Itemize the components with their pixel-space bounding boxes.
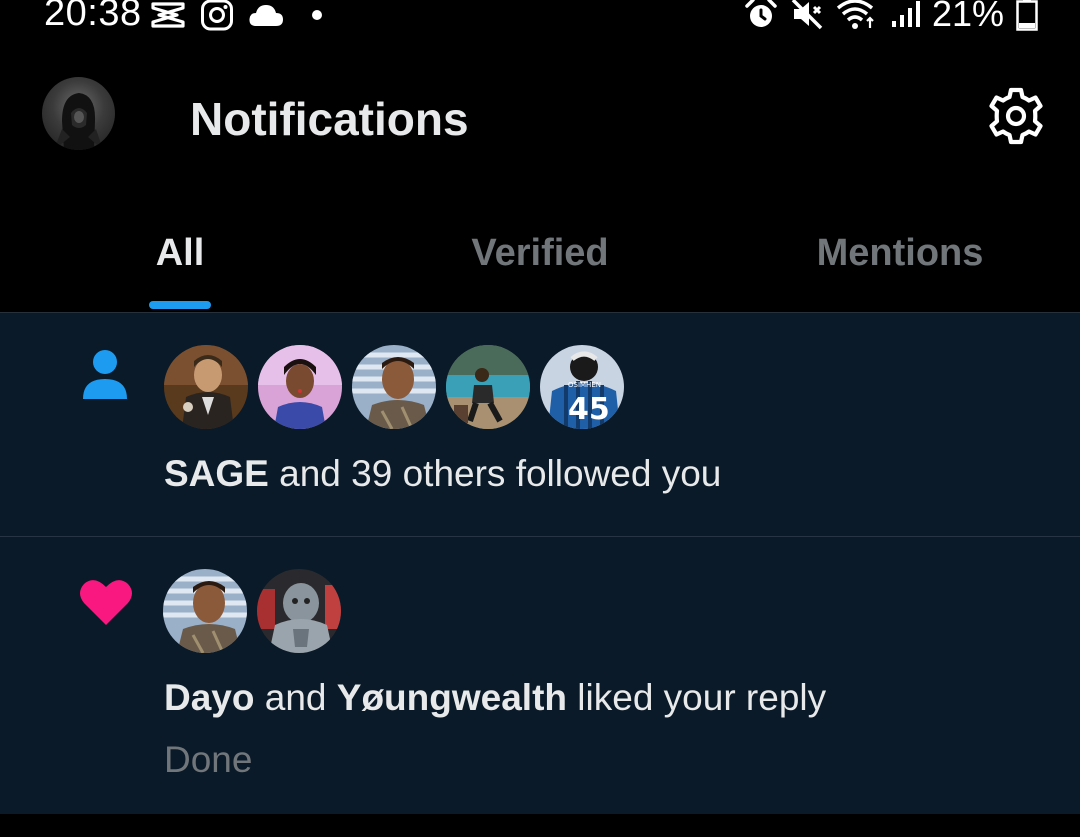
instagram-icon [201,0,233,31]
alarm-icon [745,0,777,27]
notification-like[interactable]: Dayo and Yøungwealth liked your reply Do… [0,536,1080,814]
avatar[interactable] [352,345,436,429]
notification-action: and 39 others followed you [268,453,722,494]
notification-text: Dayo and Yøungwealth liked your reply [164,677,826,719]
wifi-icon [836,0,874,29]
battery-percent: 21% [931,0,1004,34]
tab-mentions-label: Mentions [816,232,984,274]
tab-verified[interactable]: Verified [360,190,720,312]
notification-tabs: All Verified Mentions [0,190,1080,312]
profile-avatar[interactable] [42,77,115,150]
notification-follow[interactable]: OSIMHEN 45 SAGE and 39 others followed y… [0,312,1080,536]
avatar[interactable]: OSIMHEN 45 [540,345,624,429]
status-icons-left [150,0,324,32]
mute-icon [791,0,823,30]
page-title: Notifications [190,93,469,145]
status-time: 20:38 [44,0,142,34]
heart-icon [80,580,132,625]
capcut-icon [151,2,185,28]
person-icon [83,350,127,399]
signal-icon [891,1,920,27]
notification-action: liked your reply [567,677,827,718]
header: Notifications [0,40,1080,190]
tab-all-label: All [155,232,205,274]
jersey-number: 45 [568,392,610,427]
avatar[interactable] [258,345,342,429]
cloud-icon [249,5,283,26]
active-tab-indicator [149,301,211,309]
actor-name[interactable]: Dayo [164,677,254,718]
follower-avatars: OSIMHEN 45 [164,345,624,429]
tab-mentions[interactable]: Mentions [720,190,1080,312]
status-icons-right: 21% [744,0,1038,34]
svg-text:OSIMHEN: OSIMHEN [568,381,601,389]
joiner-text: and [254,677,337,718]
reply-preview[interactable]: Done [164,739,252,781]
bottom-strip [0,814,1080,837]
avatar[interactable] [446,345,530,429]
tab-verified-label: Verified [471,232,609,274]
avatar[interactable] [257,569,341,653]
status-bar: 20:38 21% [0,0,1080,40]
tab-all[interactable]: All [0,190,360,312]
settings-gear-icon[interactable] [986,86,1046,146]
liker-avatars [163,569,341,653]
actor-name[interactable]: SAGE [164,453,269,494]
avatar[interactable] [163,569,247,653]
battery-icon [1016,0,1038,31]
notification-text: SAGE and 39 others followed you [164,453,721,495]
notification-feed: OSIMHEN 45 SAGE and 39 others followed y… [0,312,1080,814]
actor-name[interactable]: Yøungwealth [337,677,567,718]
dot-icon [312,10,322,20]
avatar[interactable] [164,345,248,429]
